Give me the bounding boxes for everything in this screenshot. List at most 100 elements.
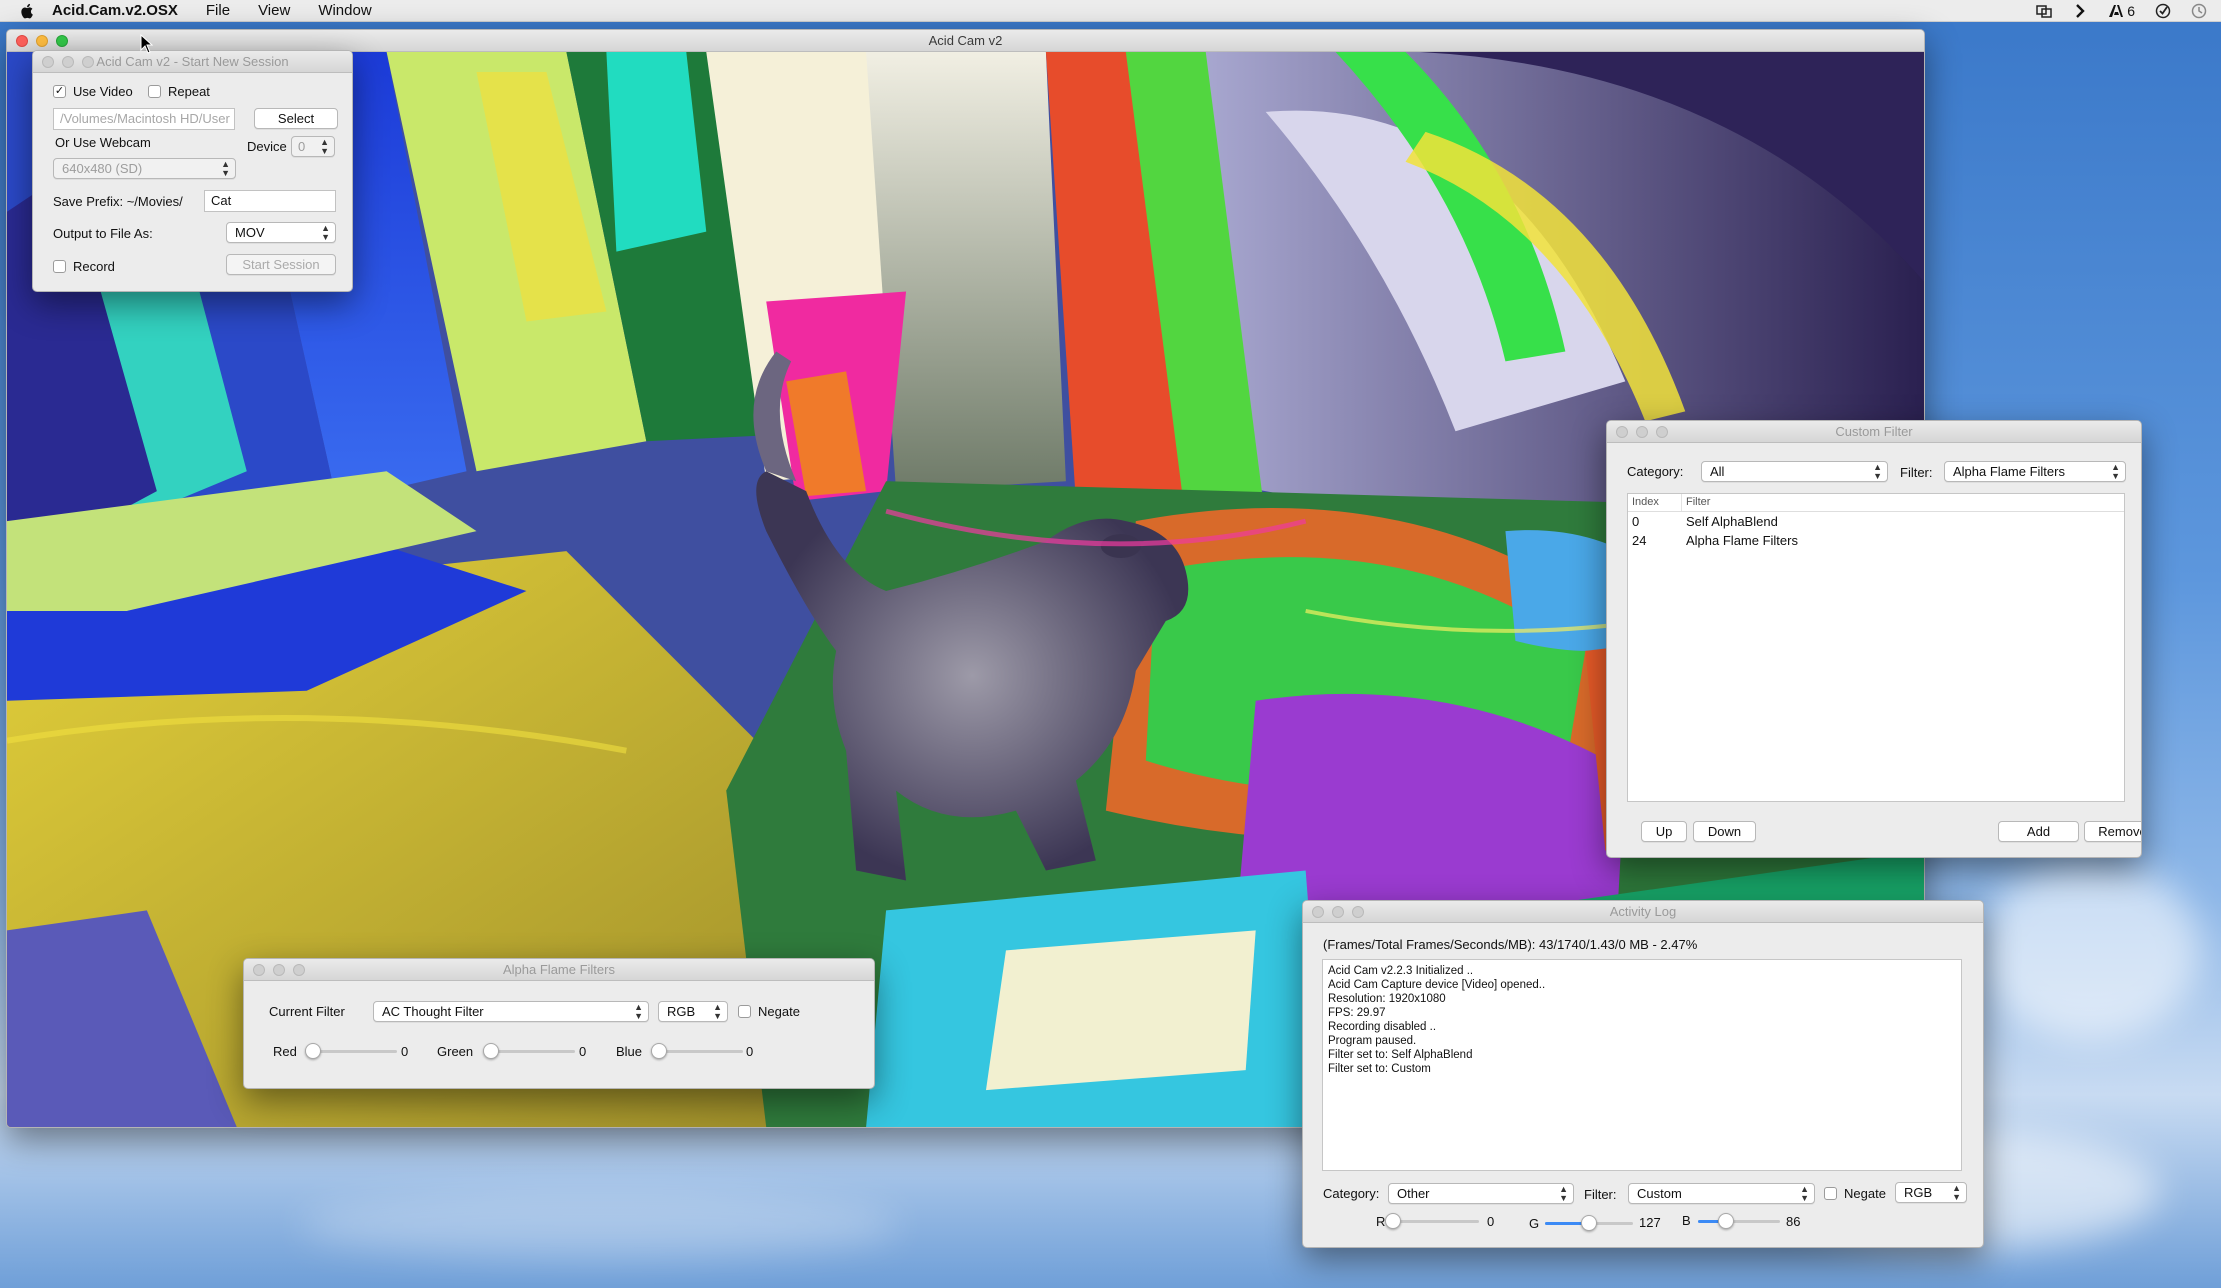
alpha-titlebar[interactable]: Alpha Flame Filters — [244, 959, 874, 981]
g-slider-label: G — [1529, 1216, 1540, 1231]
adobe-status-item[interactable]: 6 — [2108, 3, 2135, 19]
repeat-checkbox[interactable]: Repeat — [148, 84, 210, 99]
zoom-button[interactable] — [293, 964, 305, 976]
session-titlebar[interactable]: Acid Cam v2 - Start New Session — [33, 51, 352, 73]
b-slider-label: B — [1682, 1213, 1691, 1228]
alpha-color-mode-select[interactable]: RGB ▲ ▼ — [658, 1001, 728, 1022]
window-controls — [253, 964, 305, 976]
r-slider[interactable] — [1385, 1213, 1479, 1229]
save-prefix-field[interactable]: Cat — [204, 190, 336, 212]
minimize-button[interactable] — [1636, 426, 1648, 438]
custom-titlebar[interactable]: Custom Filter — [1607, 421, 2141, 443]
add-button[interactable]: Add — [1998, 821, 2079, 842]
remove-button[interactable]: Remove — [2084, 821, 2141, 842]
menu-file[interactable]: File — [206, 2, 230, 19]
slider-knob[interactable] — [1385, 1213, 1401, 1229]
current-filter-select[interactable]: AC Thought Filter ▲ ▼ — [373, 1001, 649, 1022]
menu-view[interactable]: View — [258, 2, 290, 19]
alpha-negate-checkbox[interactable]: Negate — [738, 1004, 800, 1019]
record-checkbox[interactable]: Record — [53, 259, 115, 274]
log-text-area[interactable]: Acid Cam v2.2.3 Initialized .. Acid Cam … — [1322, 959, 1962, 1171]
resolution-select[interactable]: 640x480 (SD) ▲ ▼ — [53, 158, 236, 179]
slider-knob[interactable] — [651, 1043, 667, 1059]
start-session-button[interactable]: Start Session — [226, 254, 336, 275]
apple-logo-icon[interactable] — [18, 3, 38, 19]
red-slider[interactable] — [305, 1043, 397, 1059]
log-filter-select[interactable]: Custom ▲ ▼ — [1628, 1183, 1815, 1204]
output-format-value: MOV — [235, 225, 265, 240]
log-category-select[interactable]: Other ▲ ▼ — [1388, 1183, 1574, 1204]
current-filter-value: AC Thought Filter — [382, 1004, 484, 1019]
log-filter-label: Filter: — [1584, 1187, 1617, 1202]
select-button[interactable]: Select — [254, 108, 338, 129]
minimize-button[interactable] — [1332, 906, 1344, 918]
log-negate-box — [1824, 1187, 1837, 1200]
green-slider[interactable] — [483, 1043, 575, 1059]
repeat-checkbox-box — [148, 85, 161, 98]
checkmark-circle-icon[interactable] — [2155, 3, 2171, 19]
chevron-right-icon[interactable] — [2072, 3, 2088, 19]
alpha-flame-window: Alpha Flame Filters Current Filter AC Th… — [243, 958, 875, 1089]
menu-bar: Acid.Cam.v2.OSX File View Window 6 — [0, 0, 2221, 22]
green-slider-value: 0 — [579, 1044, 587, 1059]
time-machine-icon[interactable] — [2191, 3, 2207, 19]
zoom-button[interactable] — [1656, 426, 1668, 438]
use-video-checkbox[interactable]: ✓ Use Video — [53, 84, 133, 99]
close-button[interactable] — [253, 964, 265, 976]
close-button[interactable] — [1616, 426, 1628, 438]
custom-filter-table[interactable]: Index Filter 0 Self AlphaBlend 24 Alpha … — [1627, 493, 2125, 802]
popup-arrows-icon: ▲ ▼ — [221, 159, 230, 178]
slider-track — [1393, 1220, 1479, 1223]
close-button[interactable] — [42, 56, 54, 68]
slider-knob[interactable] — [305, 1043, 321, 1059]
resolution-value: 640x480 (SD) — [62, 161, 143, 176]
filter-label: Filter: — [1900, 465, 1933, 480]
filter-select[interactable]: Alpha Flame Filters ▲ ▼ — [1944, 461, 2126, 482]
log-line: Filter set to: Self AlphaBlend — [1328, 1049, 1473, 1061]
log-line: Recording disabled .. — [1328, 1021, 1437, 1033]
minimize-button[interactable] — [62, 56, 74, 68]
r-slider-label: R — [1376, 1214, 1386, 1229]
main-titlebar[interactable]: Acid Cam v2 — [7, 30, 1924, 52]
zoom-button[interactable] — [1352, 906, 1364, 918]
b-slider[interactable] — [1698, 1213, 1780, 1229]
screens-icon[interactable] — [2036, 3, 2052, 19]
column-header-index[interactable]: Index — [1628, 494, 1682, 511]
menu-window[interactable]: Window — [318, 2, 371, 19]
table-row[interactable]: 24 Alpha Flame Filters — [1628, 531, 2124, 550]
log-titlebar[interactable]: Activity Log — [1303, 901, 1983, 923]
zoom-button[interactable] — [56, 35, 68, 47]
b-slider-value: 86 — [1786, 1214, 1801, 1229]
slider-track — [659, 1050, 743, 1053]
alpha-window-title: Alpha Flame Filters — [503, 962, 615, 977]
red-slider-label: Red — [273, 1044, 297, 1059]
table-row[interactable]: 0 Self AlphaBlend — [1628, 512, 2124, 531]
stepper-arrows-icon: ▲ ▼ — [320, 137, 329, 156]
row-index: 0 — [1632, 514, 1640, 529]
popup-arrows-icon: ▲ ▼ — [1952, 1183, 1961, 1202]
adobe-count: 6 — [2127, 2, 2135, 19]
minimize-button[interactable] — [36, 35, 48, 47]
blue-slider[interactable] — [651, 1043, 743, 1059]
blue-slider-label: Blue — [616, 1044, 643, 1059]
device-stepper[interactable]: 0 ▲ ▼ — [291, 136, 335, 157]
log-negate-checkbox[interactable]: Negate — [1824, 1186, 1886, 1201]
menu-app-name[interactable]: Acid.Cam.v2.OSX — [52, 2, 178, 19]
zoom-button[interactable] — [82, 56, 94, 68]
category-select[interactable]: All ▲ ▼ — [1701, 461, 1888, 482]
popup-arrows-icon: ▲ ▼ — [2111, 462, 2120, 481]
log-color-mode-select[interactable]: RGB ▲ ▼ — [1895, 1182, 1967, 1203]
custom-window-title: Custom Filter — [1835, 424, 1913, 439]
down-button[interactable]: Down — [1693, 821, 1756, 842]
column-header-filter[interactable]: Filter — [1682, 494, 2124, 511]
video-path-field[interactable]: /Volumes/Macintosh HD/User — [53, 108, 235, 130]
output-format-select[interactable]: MOV ▲ ▼ — [226, 222, 336, 243]
g-slider[interactable] — [1545, 1215, 1633, 1231]
slider-knob[interactable] — [1717, 1213, 1734, 1229]
close-button[interactable] — [1312, 906, 1324, 918]
minimize-button[interactable] — [273, 964, 285, 976]
close-button[interactable] — [16, 35, 28, 47]
slider-knob[interactable] — [483, 1043, 499, 1059]
slider-knob[interactable] — [1581, 1215, 1597, 1231]
up-button[interactable]: Up — [1641, 821, 1687, 842]
